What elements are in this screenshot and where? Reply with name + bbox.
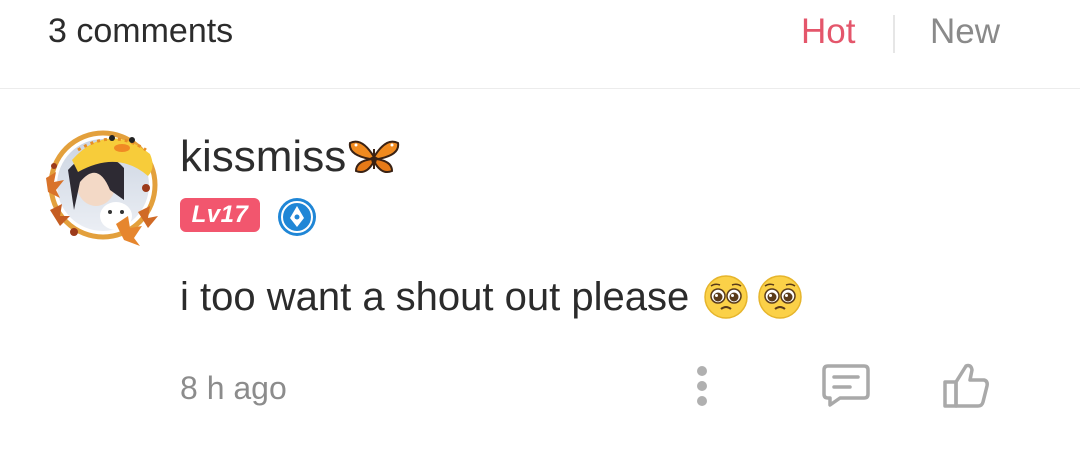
sort-divider: [893, 15, 895, 53]
sort-tab-new[interactable]: New: [930, 12, 1000, 52]
pleading-face-emoji: [758, 275, 802, 319]
comment-timestamp: 8 h ago: [180, 370, 287, 406]
pen-nib-badge-icon: [278, 198, 316, 236]
more-options-icon[interactable]: [692, 364, 712, 408]
comment-text: i too want a shout out please: [180, 274, 690, 319]
comment-author[interactable]: kissmiss: [180, 132, 400, 182]
username-text: kissmiss: [180, 132, 347, 181]
pleading-face-emoji: [704, 275, 748, 319]
comments-header: 3 comments Hot New: [0, 0, 1080, 89]
comment-count: 3 comments: [48, 12, 234, 50]
sort-tab-hot[interactable]: Hot: [801, 12, 855, 52]
level-badge: Lv17: [180, 198, 260, 232]
butterfly-icon: [349, 140, 400, 173]
comment-body: i too want a shout out please: [180, 274, 803, 320]
user-avatar[interactable]: [38, 120, 168, 250]
like-icon[interactable]: [940, 360, 992, 410]
reply-icon[interactable]: [820, 362, 872, 408]
